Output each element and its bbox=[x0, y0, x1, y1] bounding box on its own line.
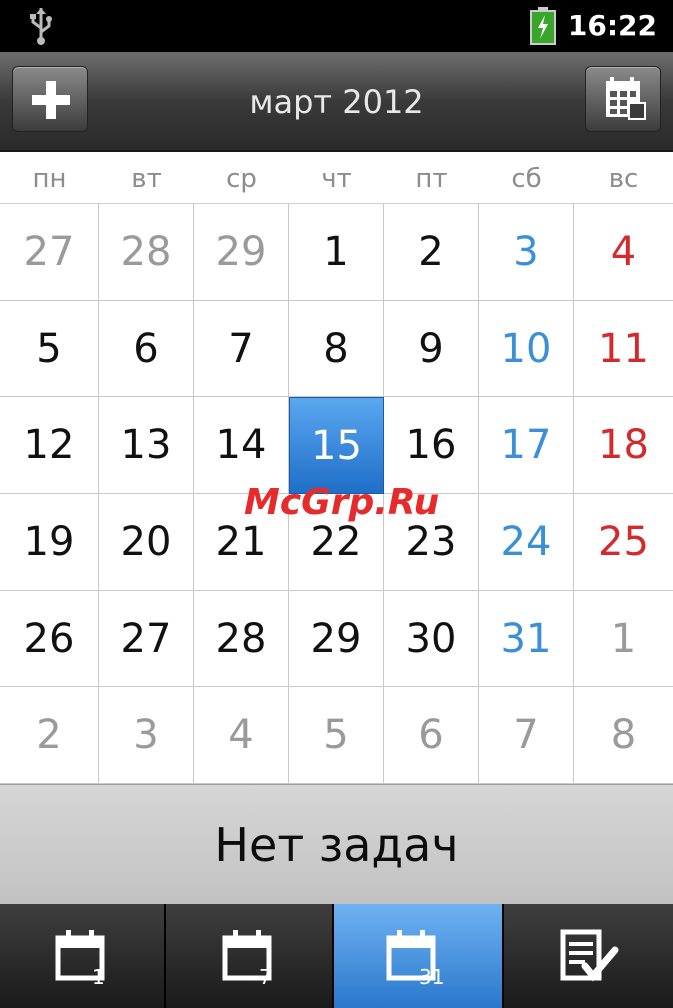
day-cell[interactable]: 1 bbox=[574, 591, 673, 688]
tab-number: 31 bbox=[419, 965, 444, 986]
tab-task-list[interactable] bbox=[504, 904, 673, 1008]
tab-month-view[interactable]: 31 bbox=[334, 904, 504, 1008]
tab-number: 7 bbox=[259, 965, 272, 986]
day-cell[interactable]: 29 bbox=[289, 590, 384, 688]
weekday-label: вс bbox=[608, 164, 639, 194]
day-cell[interactable]: 4 bbox=[574, 204, 673, 301]
day-cell[interactable]: 3 bbox=[99, 687, 194, 784]
battery-charging-icon bbox=[530, 7, 556, 45]
day-cell[interactable]: 12 bbox=[0, 397, 99, 494]
day-cell[interactable]: 29 bbox=[194, 204, 289, 301]
day-cell[interactable]: 4 bbox=[194, 687, 289, 784]
plus-icon bbox=[32, 81, 70, 119]
day-cell[interactable]: 1 bbox=[289, 204, 384, 301]
page-title[interactable]: март 2012 bbox=[160, 52, 513, 152]
day-cell[interactable]: 18 bbox=[574, 397, 673, 494]
day-cell[interactable]: 26 bbox=[0, 590, 99, 688]
day-cell[interactable]: 9 bbox=[384, 300, 479, 398]
add-event-button[interactable] bbox=[12, 66, 88, 132]
task-list-icon bbox=[560, 929, 618, 982]
tab-week-view[interactable]: 7 bbox=[166, 904, 334, 1008]
day-cell[interactable]: 17 bbox=[479, 397, 574, 494]
weekday-label: пн bbox=[32, 164, 67, 194]
no-tasks-label: Нет задач bbox=[0, 784, 673, 904]
view-tab-bar: 1 7 31 bbox=[0, 904, 673, 1008]
day-cell[interactable]: 6 bbox=[384, 687, 479, 784]
day-cell[interactable]: 7 bbox=[479, 687, 574, 784]
day-cell[interactable]: 2 bbox=[384, 204, 479, 301]
day-cell[interactable]: 3 bbox=[479, 204, 574, 301]
day-cell[interactable]: 20 bbox=[99, 493, 194, 591]
weekday-label: сб bbox=[511, 164, 542, 194]
day-cell[interactable]: 11 bbox=[574, 301, 673, 398]
weekday-label: вт bbox=[131, 164, 162, 194]
day-cell[interactable]: 14 bbox=[194, 397, 289, 494]
day-cell-selected[interactable]: 15 bbox=[289, 397, 384, 494]
day-cell[interactable]: 25 bbox=[574, 494, 673, 591]
day-cell[interactable]: 8 bbox=[289, 300, 384, 398]
clock: 16:22 bbox=[567, 9, 657, 42]
calendar-view-button[interactable] bbox=[585, 66, 661, 132]
calendar-grid-icon bbox=[606, 77, 646, 120]
day-cell[interactable]: 27 bbox=[0, 204, 99, 301]
calendar-month-icon: 31 bbox=[386, 930, 444, 986]
day-cell[interactable]: 10 bbox=[479, 300, 574, 398]
day-cell[interactable]: 13 bbox=[99, 397, 194, 494]
usb-icon bbox=[30, 8, 52, 45]
title-bar: март 2012 bbox=[0, 52, 673, 152]
day-cell[interactable]: 24 bbox=[479, 493, 574, 591]
day-cell[interactable]: 27 bbox=[99, 590, 194, 688]
tab-day-view[interactable]: 1 bbox=[0, 904, 166, 1008]
day-cell[interactable]: 31 bbox=[479, 590, 574, 688]
weekday-label: ср bbox=[226, 164, 257, 194]
calendar-day-icon: 1 bbox=[55, 930, 105, 986]
day-cell[interactable]: 28 bbox=[194, 590, 289, 688]
day-cell[interactable]: 30 bbox=[384, 590, 479, 688]
day-cell[interactable]: 7 bbox=[194, 300, 289, 398]
day-cell[interactable]: 5 bbox=[0, 300, 99, 398]
day-cell[interactable]: 19 bbox=[0, 493, 99, 591]
weekday-header: пн вт ср чт пт сб вс bbox=[0, 154, 673, 204]
day-cell[interactable]: 16 bbox=[384, 397, 479, 494]
tab-number: 1 bbox=[92, 965, 105, 986]
day-cell[interactable]: 6 bbox=[99, 300, 194, 398]
day-cell[interactable]: 8 bbox=[574, 687, 673, 784]
weekday-label: чт bbox=[321, 164, 352, 194]
weekday-label: пт bbox=[415, 164, 448, 194]
watermark: McGrp.Ru bbox=[244, 482, 440, 523]
day-cell[interactable]: 2 bbox=[0, 687, 99, 784]
day-cell[interactable]: 5 bbox=[289, 687, 384, 784]
calendar-week-icon: 7 bbox=[222, 930, 272, 986]
status-bar: 16:22 bbox=[0, 0, 673, 52]
day-cell[interactable]: 28 bbox=[99, 204, 194, 301]
